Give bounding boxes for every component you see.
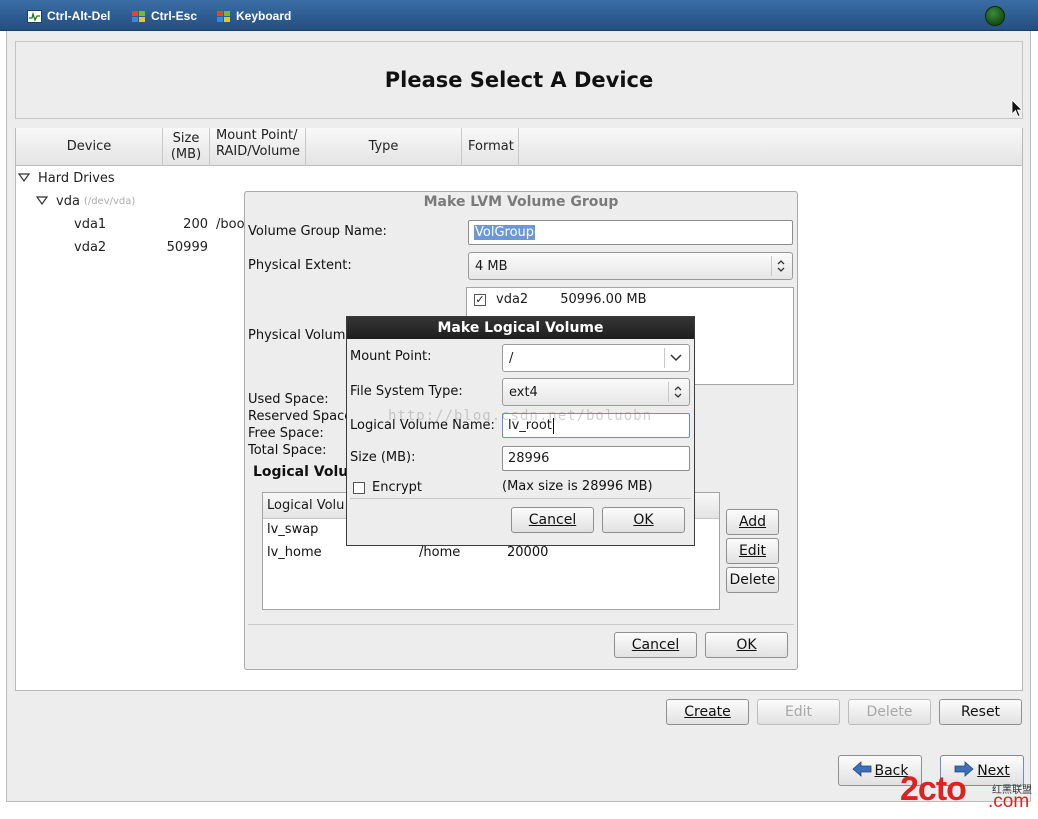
- lv-cancel-button[interactable]: Cancel: [511, 507, 594, 533]
- ctrl-esc-label: Ctrl-Esc: [151, 9, 198, 23]
- table-cell-mount: /boo: [216, 217, 245, 232]
- mouse-cursor-icon: [1011, 99, 1023, 122]
- reset-button[interactable]: Reset: [939, 699, 1022, 725]
- lv-dialog-title: Make Logical Volume: [347, 317, 694, 339]
- encrypt-checkbox[interactable]: [353, 481, 365, 494]
- vg-name-input[interactable]: VolGroup: [468, 220, 793, 245]
- tree-row-hard-drives[interactable]: Hard Drives: [17, 171, 115, 186]
- tree-group-label: Hard Drives: [38, 171, 115, 186]
- ctrl-alt-del-button[interactable]: Ctrl-Alt-Del: [27, 7, 110, 25]
- table-cell-size: 200: [183, 217, 208, 232]
- max-size-hint: (Max size is 28996 MB): [502, 479, 653, 494]
- reserved-space-label: Reserved Space: [248, 409, 353, 424]
- size-input[interactable]: 28996: [502, 446, 690, 471]
- create-button[interactable]: Create: [666, 699, 749, 725]
- delete-lv-button[interactable]: Delete: [726, 567, 779, 593]
- column-header-mount-point[interactable]: Mount Point/ RAID/Volume: [210, 128, 306, 166]
- encrypt-checkbox-row[interactable]: Encrypt: [353, 480, 422, 495]
- tree-row-vda[interactable]: vda (/dev/vda): [35, 194, 136, 209]
- mount-point-combo[interactable]: /: [502, 344, 690, 372]
- physical-extent-combo[interactable]: 4 MB: [468, 252, 793, 280]
- physical-volumes-label: Physical Volum: [248, 328, 346, 343]
- lv-size-cell: 20000: [507, 545, 549, 560]
- watermark-text: http://blog.csdn.net/boluobn: [388, 408, 653, 424]
- table-row[interactable]: vda2: [74, 240, 106, 255]
- chevron-down-icon[interactable]: [664, 348, 686, 368]
- up-down-arrows-icon: [668, 382, 686, 402]
- add-lv-button[interactable]: Add: [726, 509, 779, 535]
- mount-point-label: Mount Point:: [350, 349, 432, 364]
- column-header-device[interactable]: Device: [16, 128, 163, 166]
- disk-label: vda: [56, 194, 80, 209]
- table-cell-size: 50999: [166, 240, 208, 255]
- column-header-type[interactable]: Type: [306, 128, 462, 166]
- lv-ok-button[interactable]: OK: [602, 507, 685, 533]
- edit-lv-button[interactable]: Edit: [726, 538, 779, 564]
- monitor-icon: [27, 9, 42, 23]
- divider: [248, 624, 794, 625]
- delete-button[interactable]: Delete: [848, 699, 931, 725]
- up-down-arrows-icon: [771, 256, 789, 276]
- list-item[interactable]: lv_home: [267, 545, 322, 560]
- logical-volumes-section-title: Logical Volu: [253, 464, 349, 480]
- site-logo: 2cto: [900, 770, 967, 808]
- filesystem-type-label: File System Type:: [350, 384, 463, 399]
- free-space-label: Free Space:: [248, 426, 324, 441]
- column-header-filler: [519, 128, 1022, 166]
- windows-icon: [131, 10, 146, 23]
- site-logo-com: .com: [988, 791, 1030, 812]
- expander-down-icon[interactable]: [17, 171, 31, 186]
- arrow-left-icon: [851, 760, 872, 781]
- lvm-cancel-button[interactable]: Cancel: [614, 632, 697, 658]
- column-header-size[interactable]: Size (MB): [163, 128, 210, 166]
- keyboard-button[interactable]: Keyboard: [216, 7, 291, 25]
- physical-extent-label: Physical Extent:: [248, 258, 352, 273]
- windows-icon: [216, 10, 231, 23]
- used-space-label: Used Space:: [248, 392, 329, 407]
- lvm-ok-button[interactable]: OK: [705, 632, 788, 658]
- ctrl-alt-del-label: Ctrl-Alt-Del: [47, 9, 111, 23]
- space-summary: Used Space: Reserved Space Free Space: T…: [248, 391, 352, 459]
- header-panel: Please Select A Device: [15, 41, 1023, 119]
- page-title: Please Select A Device: [384, 68, 654, 92]
- divider: [350, 498, 691, 499]
- filesystem-type-combo[interactable]: ext4: [502, 378, 690, 406]
- ctrl-esc-button[interactable]: Ctrl-Esc: [131, 7, 197, 25]
- vg-name-label: Volume Group Name:: [248, 224, 387, 239]
- table-row[interactable]: vda1: [74, 217, 106, 232]
- total-space-label: Total Space:: [248, 443, 327, 458]
- connection-status-icon: [985, 6, 1005, 26]
- lv-mount-cell: /home: [419, 545, 461, 560]
- edit-button[interactable]: Edit: [757, 699, 840, 725]
- list-item[interactable]: lv_swap: [267, 522, 318, 537]
- size-label: Size (MB):: [350, 450, 416, 465]
- column-header-format[interactable]: Format: [462, 128, 519, 166]
- pv-list-item[interactable]: ✓ vda2 50996.00 MB: [474, 292, 646, 307]
- disk-path: (/dev/vda): [83, 196, 136, 207]
- expander-down-icon[interactable]: [35, 194, 49, 209]
- keyboard-label: Keyboard: [236, 9, 292, 23]
- pv-checkbox[interactable]: ✓: [474, 293, 486, 306]
- lvm-dialog-title: Make LVM Volume Group: [423, 194, 619, 210]
